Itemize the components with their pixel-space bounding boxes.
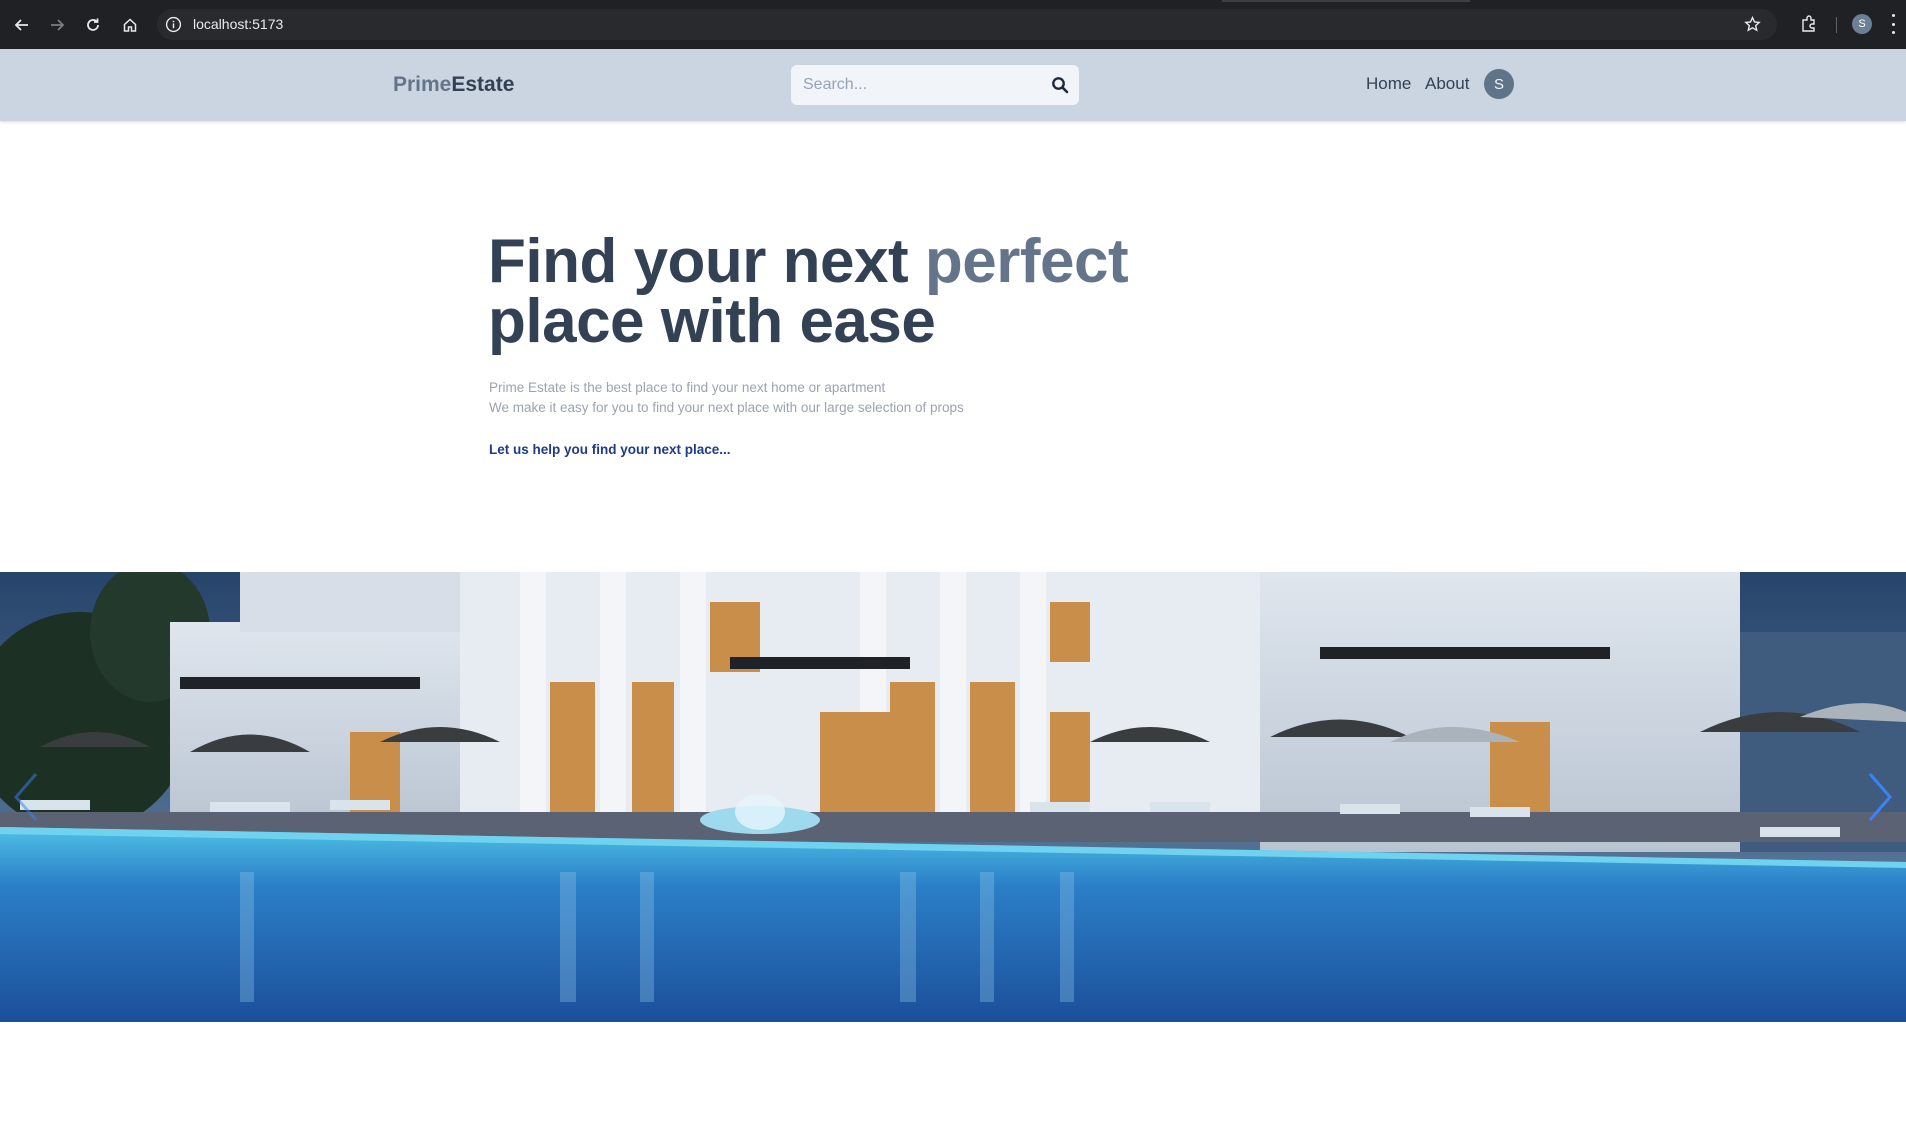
- logo-part-prime: Prime: [393, 73, 452, 96]
- image-slider[interactable]: [0, 572, 1906, 1022]
- reload-button[interactable]: [80, 12, 106, 38]
- search-icon[interactable]: [1051, 76, 1069, 94]
- logo-part-estate: Estate: [451, 73, 515, 96]
- hero-subtitle-line1: Prime Estate is the best place to find y…: [489, 380, 886, 395]
- nav-about-link[interactable]: About: [1425, 74, 1469, 94]
- arrow-right-icon: [51, 19, 65, 31]
- arrow-left-icon: [14, 19, 28, 31]
- browser-toolbar: localhost:5173 S: [0, 0, 1906, 49]
- toolbar-divider: [1836, 17, 1837, 33]
- home-icon: [123, 18, 137, 32]
- url-text[interactable]: localhost:5173: [193, 16, 283, 32]
- site-info-icon[interactable]: [165, 16, 182, 33]
- home-button[interactable]: [117, 12, 143, 38]
- slider-next-arrow[interactable]: [1862, 770, 1896, 824]
- nav-home-link[interactable]: Home: [1366, 74, 1411, 94]
- hero-title-part1: Find your next: [488, 227, 925, 296]
- user-avatar[interactable]: S: [1484, 69, 1514, 99]
- search-input[interactable]: [803, 65, 1043, 105]
- luxury-villa-pool-photo: [0, 572, 1906, 1022]
- back-button[interactable]: [9, 12, 35, 38]
- active-tab-indicator: [1222, 0, 1470, 2]
- site-header: PrimeEstate Home About S: [0, 49, 1906, 121]
- hero-subtitle-line2: We make it easy for you to find your nex…: [489, 400, 964, 415]
- extensions-icon[interactable]: [1800, 15, 1818, 33]
- slider-prev-arrow[interactable]: [10, 770, 44, 824]
- hero-subtitle: Prime Estate is the best place to find y…: [489, 378, 964, 418]
- hero-title-line2: place with ease: [488, 287, 936, 356]
- bookmark-star-icon[interactable]: [1744, 16, 1761, 33]
- forward-button[interactable]: [44, 12, 70, 38]
- browser-profile-avatar[interactable]: S: [1852, 14, 1872, 34]
- site-logo[interactable]: PrimeEstate: [393, 73, 514, 97]
- hero-title: Find your next perfect place with ease: [488, 231, 1388, 353]
- hero-title-accent: perfect: [924, 227, 1129, 296]
- browser-menu-icon[interactable]: [1890, 14, 1896, 34]
- hero-cta-link[interactable]: Let us help you find your next place...: [489, 442, 731, 457]
- address-bar[interactable]: localhost:5173: [157, 9, 1777, 40]
- search-form: [791, 65, 1079, 105]
- reload-icon: [87, 18, 99, 31]
